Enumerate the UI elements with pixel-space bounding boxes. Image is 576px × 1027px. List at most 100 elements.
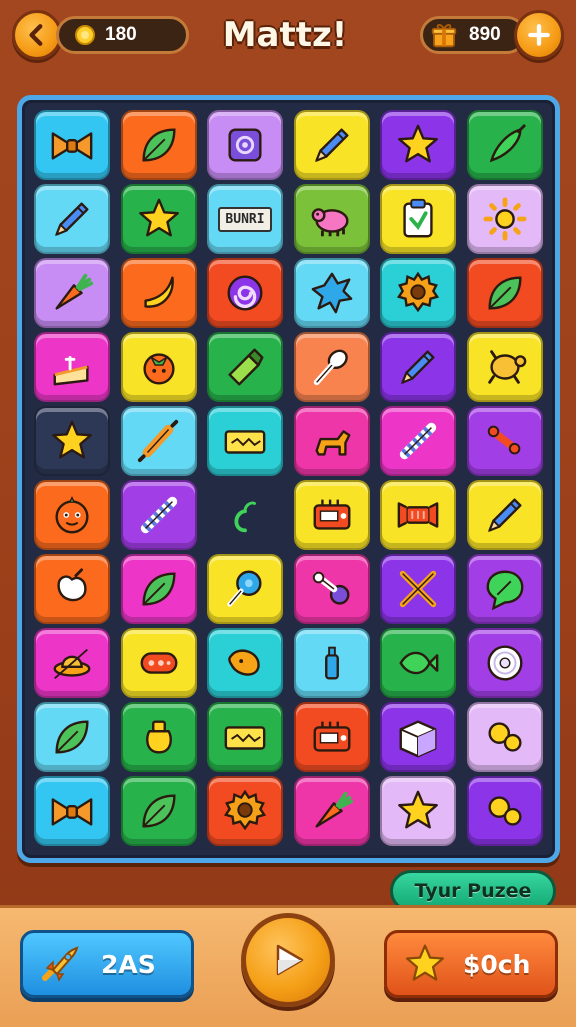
chili-icon [489,124,526,163]
tile[interactable] [380,480,456,550]
star-icon [398,790,438,829]
bottle-icon [324,646,339,680]
radio-icon [313,721,350,752]
tile[interactable] [120,332,197,402]
swirl-icon [227,275,263,311]
leaf-icon [141,128,176,162]
tile[interactable] [207,110,283,180]
tile[interactable] [207,628,283,698]
gift-count: 890 [469,24,501,45]
tile[interactable] [293,332,370,402]
tile[interactable] [466,628,543,698]
bubbles-icon [487,722,522,752]
tile[interactable] [380,258,456,328]
tile[interactable] [380,332,456,402]
tile[interactable] [120,184,197,254]
disc-icon [487,645,522,681]
tile[interactable] [207,554,283,624]
stick-icon [140,496,177,534]
gift-icon [431,24,457,48]
tile[interactable] [380,776,456,846]
tile[interactable] [207,406,283,476]
tile[interactable] [380,110,456,180]
tile[interactable] [120,406,197,476]
tile[interactable] [207,776,283,846]
tile[interactable] [207,332,283,402]
tile[interactable] [34,258,110,328]
score-label: 2AS [101,949,156,979]
search-button[interactable]: $0ch [384,930,558,998]
tile[interactable] [293,406,370,476]
tile[interactable] [207,702,283,772]
back-button[interactable] [12,10,62,60]
tile[interactable] [466,554,543,624]
tile[interactable] [120,702,197,772]
tile[interactable] [380,702,456,772]
banana-icon [143,276,174,308]
plus-icon [528,24,550,46]
tile[interactable] [34,702,110,772]
tile[interactable] [207,480,283,550]
tile[interactable] [293,110,370,180]
tile[interactable] [34,332,110,402]
play-button[interactable] [241,913,335,1007]
gear-icon [223,789,267,831]
tile[interactable] [34,480,110,550]
tile[interactable] [207,258,283,328]
tile[interactable] [466,480,543,550]
tile[interactable] [466,702,543,772]
tile[interactable] [120,628,197,698]
tile[interactable] [120,480,197,550]
candy-icon [397,502,439,528]
tile[interactable] [34,406,110,476]
tile[interactable] [120,554,197,624]
star-icon [52,420,92,459]
tile[interactable] [466,184,543,254]
gear-icon [396,271,440,313]
tile[interactable] [120,110,197,180]
tile[interactable] [293,554,370,624]
tile[interactable] [120,776,197,846]
rolling-pin-icon [137,419,178,463]
tile[interactable] [34,184,110,254]
bow-icon [51,132,93,160]
pencil-icon [400,350,435,385]
tile[interactable] [293,628,370,698]
rocket-icon [42,946,79,982]
coin-count: 180 [105,24,137,45]
tile[interactable]: BUNRI [207,184,283,254]
tile[interactable] [293,776,370,846]
fish-icon [399,651,439,675]
tile[interactable] [293,480,370,550]
tile[interactable] [380,628,456,698]
tile[interactable] [34,554,110,624]
tile[interactable] [380,406,456,476]
box-icon [399,720,437,758]
tile[interactable] [34,776,110,846]
add-button[interactable] [514,10,564,60]
coin-icon [75,25,95,45]
pig-icon [311,208,349,237]
tile[interactable] [466,406,543,476]
tile[interactable] [120,258,197,328]
bone-icon [487,425,520,455]
tile[interactable] [380,184,456,254]
tile[interactable] [380,554,456,624]
text-tag-icon: BUNRI [218,206,272,232]
tile[interactable] [293,258,370,328]
tile[interactable] [466,776,543,846]
tile[interactable] [293,184,370,254]
tile[interactable] [34,628,110,698]
bubbles-icon [487,796,522,826]
tile[interactable] [466,332,543,402]
score-button[interactable]: 2AS [20,930,194,998]
spoon-icon [313,349,348,386]
tile[interactable] [34,110,110,180]
tile[interactable] [466,110,543,180]
pencil-icon [487,498,522,533]
speech-leaf-icon [486,570,523,611]
tile[interactable] [293,702,370,772]
radio-icon [313,499,350,530]
tile[interactable] [466,258,543,328]
capsule-icon [140,652,177,674]
